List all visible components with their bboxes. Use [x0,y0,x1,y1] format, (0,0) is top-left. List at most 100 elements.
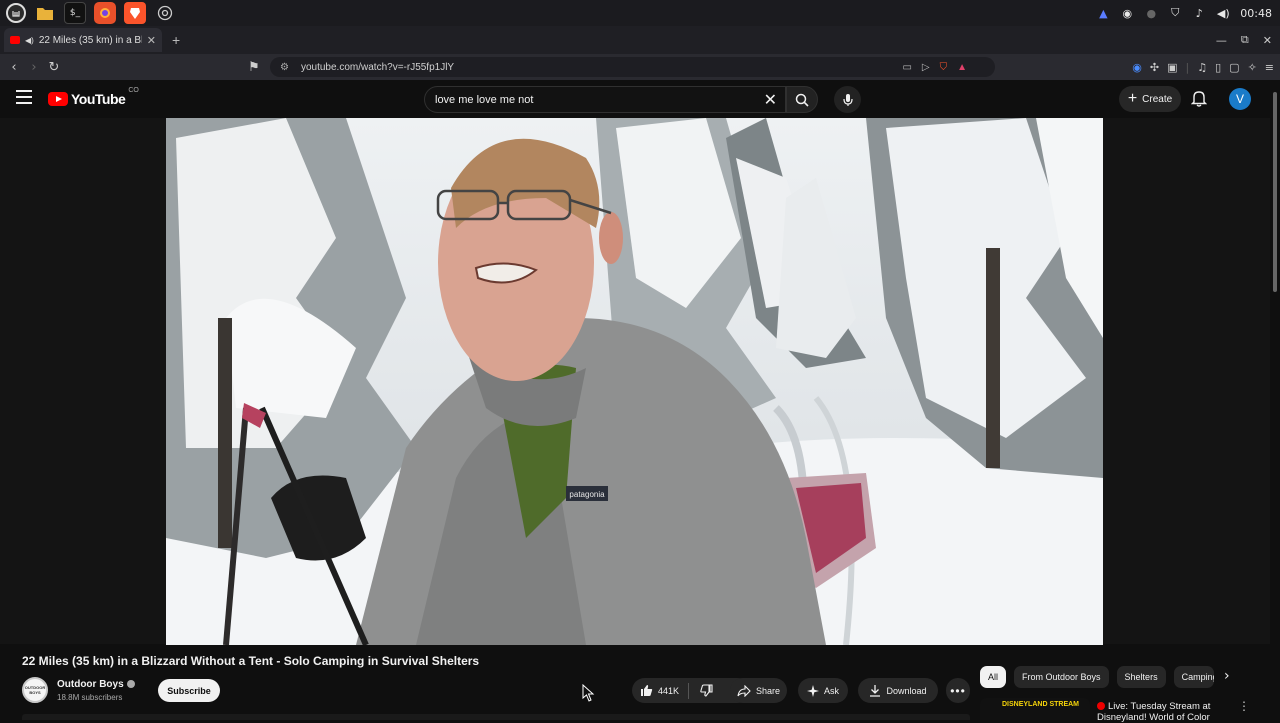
notification-icon[interactable]: ♪ [1192,6,1206,20]
forward-icon[interactable]: › [24,60,44,75]
window-close-icon[interactable]: ✕ [1263,34,1272,47]
mint-menu-icon[interactable] [6,3,26,23]
subscriber-count: 18.8M subscribers [57,693,123,702]
jacket-brand-label: patagonia [569,490,605,499]
create-button[interactable]: + Create [1119,86,1181,112]
channel-avatar[interactable]: OUTDOOR BOYS [22,677,48,703]
chip-camping[interactable]: Camping [1173,666,1214,688]
maximize-icon[interactable]: ⧉ [1241,33,1249,47]
screenshot-icon[interactable]: ▣ [1167,61,1177,74]
share-label: Share [755,685,781,696]
search-button[interactable] [786,86,818,113]
guide-menu-icon[interactable] [16,90,32,104]
video-frame-image: patagonia [166,118,1103,645]
chip-shelters[interactable]: Shelters [1116,666,1166,688]
puzzle-icon[interactable]: ✣ [1150,61,1159,74]
os-taskbar: $_ ▲ ◉ ● ⛉ ♪ ◀) 00:48 [0,0,1280,26]
account-avatar[interactable]: V [1229,88,1251,110]
leo-icon[interactable]: ✧ [1248,61,1257,74]
browser-tab[interactable]: ◀) 22 Miles (35 km) in a Blizzar ✕ [4,28,162,52]
sparkle-icon [806,684,819,697]
more-actions-button[interactable]: ••• [946,678,970,703]
voice-search-button[interactable] [834,86,861,113]
obs-icon[interactable]: ◉ [1120,6,1134,20]
sidebar-icon[interactable]: ▯ [1215,61,1221,74]
download-icon [870,685,881,697]
subscribe-button[interactable]: Subscribe [158,679,220,702]
video-title: 22 Miles (35 km) in a Blizzard Without a… [22,654,480,668]
more-vertical-icon[interactable]: ⋮ [1238,699,1250,713]
more-horizontal-icon: ••• [950,683,966,698]
volume-icon[interactable]: ◀) [1216,6,1230,20]
folder-icon[interactable] [34,2,56,24]
terminal-icon[interactable]: $_ [64,2,86,24]
vpn-icon[interactable]: ▲ [1096,6,1110,20]
youtube-favicon-icon [10,36,20,44]
tab-close-icon[interactable]: ✕ [147,34,156,47]
microphone-icon [842,93,853,106]
plus-icon: + [1127,90,1138,107]
brave-rewards-icon[interactable]: ▲ [957,62,967,73]
send-icon[interactable]: ▷ [922,62,930,73]
bell-icon [1190,91,1208,107]
firefox-icon[interactable] [94,2,116,24]
reload-icon[interactable]: ↻ [44,60,64,75]
related-filter-chips: All From Outdoor Boys Shelters Camping [980,666,1214,688]
divider-icon: | [1185,60,1190,74]
extension-icon[interactable]: ◉ [1132,61,1142,74]
music-icon[interactable]: ♫ [1197,61,1207,74]
youtube-logo[interactable]: YouTube CO [48,87,139,107]
thumbs-down-icon[interactable] [700,684,713,697]
brave-shields-icon[interactable]: ⛉ [940,62,948,73]
thumbnail-text: DISNEYLAND STREAM [1002,701,1080,708]
download-label: Download [886,685,927,696]
video-player[interactable]: patagonia [166,118,1103,645]
chromium-icon[interactable] [154,2,176,24]
youtube-play-icon [48,92,68,106]
ask-button[interactable]: Ask [798,678,848,703]
channel-name[interactable]: Outdoor Boys [57,679,135,690]
download-button[interactable]: Download [858,678,938,703]
like-divider [688,682,690,699]
site-info-icon[interactable]: ⚙ [280,62,289,73]
description-box-edge [22,714,970,720]
recommendation-thumbnail[interactable]: DISNEYLAND STREAM [980,698,1090,720]
chevron-right-icon[interactable]: › [1224,668,1230,684]
search-query[interactable]: love me love me not [435,94,533,106]
browser-tab-strip: ◀) 22 Miles (35 km) in a Blizzar ✕ + — ⧉… [0,26,1280,54]
search-icon [795,93,809,107]
channel-name-text[interactable]: Outdoor Boys [57,679,124,690]
address-bar[interactable]: ⚙ youtube.com/watch?v=-rJ55fp1JlY ▭ ▷ ⛉ … [270,57,995,77]
back-icon[interactable]: ‹ [4,60,24,75]
create-label: Create [1142,93,1173,105]
menu-icon[interactable]: ≡ [1265,61,1274,74]
shield-icon[interactable]: ⛉ [1168,6,1182,20]
cast-icon[interactable]: ▭ [902,62,911,73]
url-text[interactable]: youtube.com/watch?v=-rJ55fp1JlY [301,62,454,73]
brave-icon[interactable] [124,2,146,24]
chip-all[interactable]: All [980,666,1007,688]
new-tab-button[interactable]: + [172,32,180,48]
ask-label: Ask [823,685,839,696]
scrollbar-thumb[interactable] [1273,92,1277,292]
page-scrollbar[interactable] [1270,80,1280,720]
share-button[interactable]: Share [730,678,787,703]
logo-country-code: CO [128,87,139,94]
tab-title: 22 Miles (35 km) in a Blizzar [38,34,142,46]
youtube-header: YouTube CO love me love me not ✕ + Creat… [0,80,1280,118]
clear-search-icon[interactable]: ✕ [764,90,777,109]
verified-icon [126,680,135,689]
chip-from-outdoor-boys[interactable]: From Outdoor Boys [1014,666,1109,688]
wallet-icon[interactable]: ▢ [1229,61,1239,74]
like-count[interactable]: 441K [658,686,679,696]
minimize-icon[interactable]: — [1216,34,1227,47]
channel-action-row: OUTDOOR BOYS Outdoor Boys 18.8M subscrib… [22,676,972,706]
search-input[interactable]: love me love me not ✕ [424,86,786,113]
audio-playing-icon[interactable]: ◀) [25,36,34,45]
channel-avatar-text: OUTDOOR BOYS [24,685,46,695]
clock[interactable]: 00:48 [1240,7,1272,20]
bookmark-icon[interactable]: ⚑ [244,60,264,75]
thumbs-up-icon[interactable] [640,684,653,697]
mouse-cursor-icon [582,684,595,702]
notifications-button[interactable] [1190,89,1208,112]
